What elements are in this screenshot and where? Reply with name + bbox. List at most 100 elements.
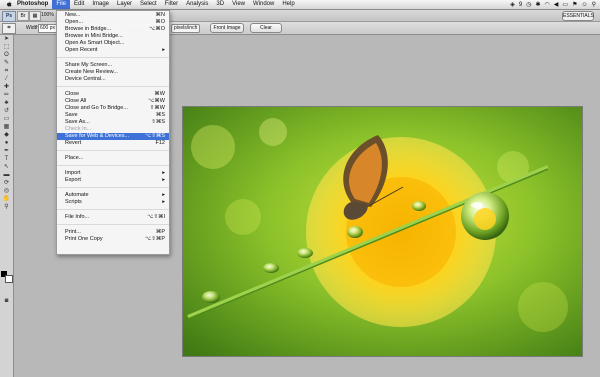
- menu-item-device-central[interactable]: Device Central...: [57, 76, 169, 83]
- menu-separator: [57, 86, 169, 87]
- eraser-tool-icon[interactable]: ▭: [0, 115, 13, 123]
- pen-tool-icon[interactable]: ✒: [0, 147, 13, 155]
- workspace-switcher[interactable]: ESSENTIALS ▾: [562, 11, 594, 27]
- zoom-tool-icon[interactable]: ⚲: [0, 203, 13, 211]
- volume-icon[interactable]: ◀: [554, 1, 559, 8]
- menu-item-label: Open...: [65, 19, 84, 25]
- apple-icon[interactable]: [5, 0, 13, 9]
- tools-panel: ➤ ⬚ ʘ ✎ ⌗ ⁄ ✚ ✏ ♣ ↺ ▭ ▦ ◆ ● ✒ T ↖ ▬ ⟳ ◎ ✋ ⚲ ◙: [0, 35, 14, 377]
- menu-item-save-for-web-devices[interactable]: Save for Web & Devices... ⌥⇧⌘S: [57, 133, 169, 140]
- gradient-tool-icon[interactable]: ▦: [0, 123, 13, 131]
- wifi-icon[interactable]: ◠: [545, 1, 550, 8]
- 3d-rotate-icon[interactable]: ⟳: [0, 179, 13, 187]
- notification-badge: 9: [518, 1, 523, 8]
- spotlight-icon[interactable]: ⚲: [592, 1, 596, 8]
- bluetooth-icon[interactable]: ✱: [535, 1, 540, 8]
- menu-edit[interactable]: Edit: [70, 0, 88, 9]
- menu-window[interactable]: Window: [249, 0, 278, 9]
- eyedropper-tool-icon[interactable]: ⁄: [0, 75, 13, 83]
- view-extras-button[interactable]: ▦: [29, 11, 41, 21]
- battery-icon[interactable]: ▭: [562, 1, 568, 8]
- menu-bar: Photoshop File Edit Image Layer Select F…: [0, 0, 600, 10]
- menu-item-shortcut: ⌥⇧⌘S: [144, 133, 165, 139]
- stamp-tool-icon[interactable]: ♣: [0, 99, 13, 107]
- menu-help[interactable]: Help: [278, 0, 298, 9]
- menu-view[interactable]: View: [228, 0, 249, 9]
- menu-item-create-new-review[interactable]: Create New Review...: [57, 69, 169, 76]
- flag-icon[interactable]: ⚑: [572, 1, 577, 8]
- menu-item-label: Export: [65, 177, 81, 183]
- menu-filter[interactable]: Filter: [161, 0, 182, 9]
- adobe-updater-icon[interactable]: ◈: [510, 1, 515, 8]
- menu-analysis[interactable]: Analysis: [182, 0, 212, 9]
- menu-3d[interactable]: 3D: [212, 0, 228, 9]
- menu-item-revert[interactable]: Revert F12: [57, 140, 169, 147]
- menu-item-new[interactable]: New... ⌘N: [57, 12, 169, 19]
- menu-item-open[interactable]: Open... ⌘O: [57, 19, 169, 26]
- menu-item-label: Close: [65, 91, 80, 97]
- history-brush-icon[interactable]: ↺: [0, 107, 13, 115]
- menu-item-label: Scripts: [65, 199, 82, 205]
- move-tool-icon[interactable]: ➤: [0, 35, 13, 43]
- document-canvas[interactable]: [183, 107, 582, 356]
- quick-select-tool-icon[interactable]: ✎: [0, 59, 13, 67]
- menu-item-save[interactable]: Save ⌘S: [57, 112, 169, 119]
- menu-item-label: Open As Smart Object...: [65, 40, 125, 46]
- menu-item-print-one-copy[interactable]: Print One Copy ⌥⇧⌘P: [57, 236, 169, 243]
- submenu-arrow-icon: ▸: [162, 199, 165, 205]
- menu-select[interactable]: Select: [136, 0, 161, 9]
- menu-item-shortcut: ⌥⇧⌘P: [144, 236, 165, 242]
- menu-item-shortcut: ⌘O: [155, 19, 165, 25]
- menu-item-place[interactable]: Place...: [57, 155, 169, 162]
- menu-item-export[interactable]: Export ▸: [57, 177, 169, 184]
- menu-item-scripts[interactable]: Scripts ▸: [57, 199, 169, 206]
- menu-item-browse-in-bridge[interactable]: Browse in Bridge... ⌥⌘O: [57, 26, 169, 33]
- zoom-level[interactable]: 100%: [41, 12, 54, 18]
- front-image-button[interactable]: Front Image: [210, 23, 244, 33]
- menu-image[interactable]: Image: [88, 0, 113, 9]
- type-tool-icon[interactable]: T: [0, 155, 13, 163]
- menu-item-import[interactable]: Import ▸: [57, 170, 169, 177]
- menu-item-label: Save for Web & Devices...: [65, 133, 130, 139]
- menu-item-label: Place...: [65, 155, 84, 161]
- menu-item-browse-in-mini-bridge[interactable]: Browse in Mini Bridge...: [57, 33, 169, 40]
- quick-mask-icon[interactable]: ◙: [0, 297, 13, 305]
- shape-tool-icon[interactable]: ▬: [0, 171, 13, 179]
- path-select-icon[interactable]: ↖: [0, 163, 13, 171]
- crop-tool-icon[interactable]: ⌗: [2, 23, 16, 34]
- menu-separator: [57, 187, 169, 188]
- lasso-tool-icon[interactable]: ʘ: [0, 51, 13, 59]
- healing-tool-icon[interactable]: ✚: [0, 83, 13, 91]
- background-color-swatch[interactable]: [5, 275, 13, 283]
- menu-item-share-my-screen[interactable]: Share My Screen...: [57, 62, 169, 69]
- clear-button[interactable]: Clear: [250, 23, 282, 33]
- menu-item-close-and-go-to-bridge[interactable]: Close and Go To Bridge... ⇧⌘W: [57, 105, 169, 112]
- marquee-tool-icon[interactable]: ⬚: [0, 43, 13, 51]
- crop-tool-icon[interactable]: ⌗: [0, 67, 13, 75]
- width-field[interactable]: 600 px: [38, 24, 58, 33]
- menu-file[interactable]: File: [52, 0, 70, 9]
- menu-item-print[interactable]: Print... ⌘P: [57, 229, 169, 236]
- brush-tool-icon[interactable]: ✏: [0, 91, 13, 99]
- user-icon[interactable]: ☺: [581, 2, 587, 8]
- submenu-arrow-icon: ▸: [162, 47, 165, 53]
- app-menu[interactable]: Photoshop: [13, 0, 52, 9]
- menu-item-label: Open Recent: [65, 47, 98, 53]
- resolution-unit-select[interactable]: pixels/inch: [171, 24, 201, 33]
- hand-tool-icon[interactable]: ✋: [0, 195, 13, 203]
- menu-item-open-as-smart-object[interactable]: Open As Smart Object...: [57, 40, 169, 47]
- 3d-orbit-icon[interactable]: ◎: [0, 187, 13, 195]
- menu-item-open-recent[interactable]: Open Recent ▸: [57, 47, 169, 54]
- dodge-tool-icon[interactable]: ●: [0, 139, 13, 147]
- menu-item-close-all[interactable]: Close All ⌥⌘W: [57, 98, 169, 105]
- menu-item-automate[interactable]: Automate ▸: [57, 192, 169, 199]
- menu-item-close[interactable]: Close ⌘W: [57, 91, 169, 98]
- launch-bridge-button[interactable]: Br: [17, 11, 29, 21]
- menu-item-label: Browse in Bridge...: [65, 26, 112, 32]
- time-machine-icon[interactable]: ◷: [526, 1, 531, 8]
- menu-item-file-info[interactable]: File Info... ⌥⇧⌘I: [57, 214, 169, 221]
- menu-item-save-as[interactable]: Save As... ⇧⌘S: [57, 119, 169, 126]
- blur-tool-icon[interactable]: ◆: [0, 131, 13, 139]
- menu-item-label: New...: [65, 12, 81, 18]
- menu-layer[interactable]: Layer: [113, 0, 136, 9]
